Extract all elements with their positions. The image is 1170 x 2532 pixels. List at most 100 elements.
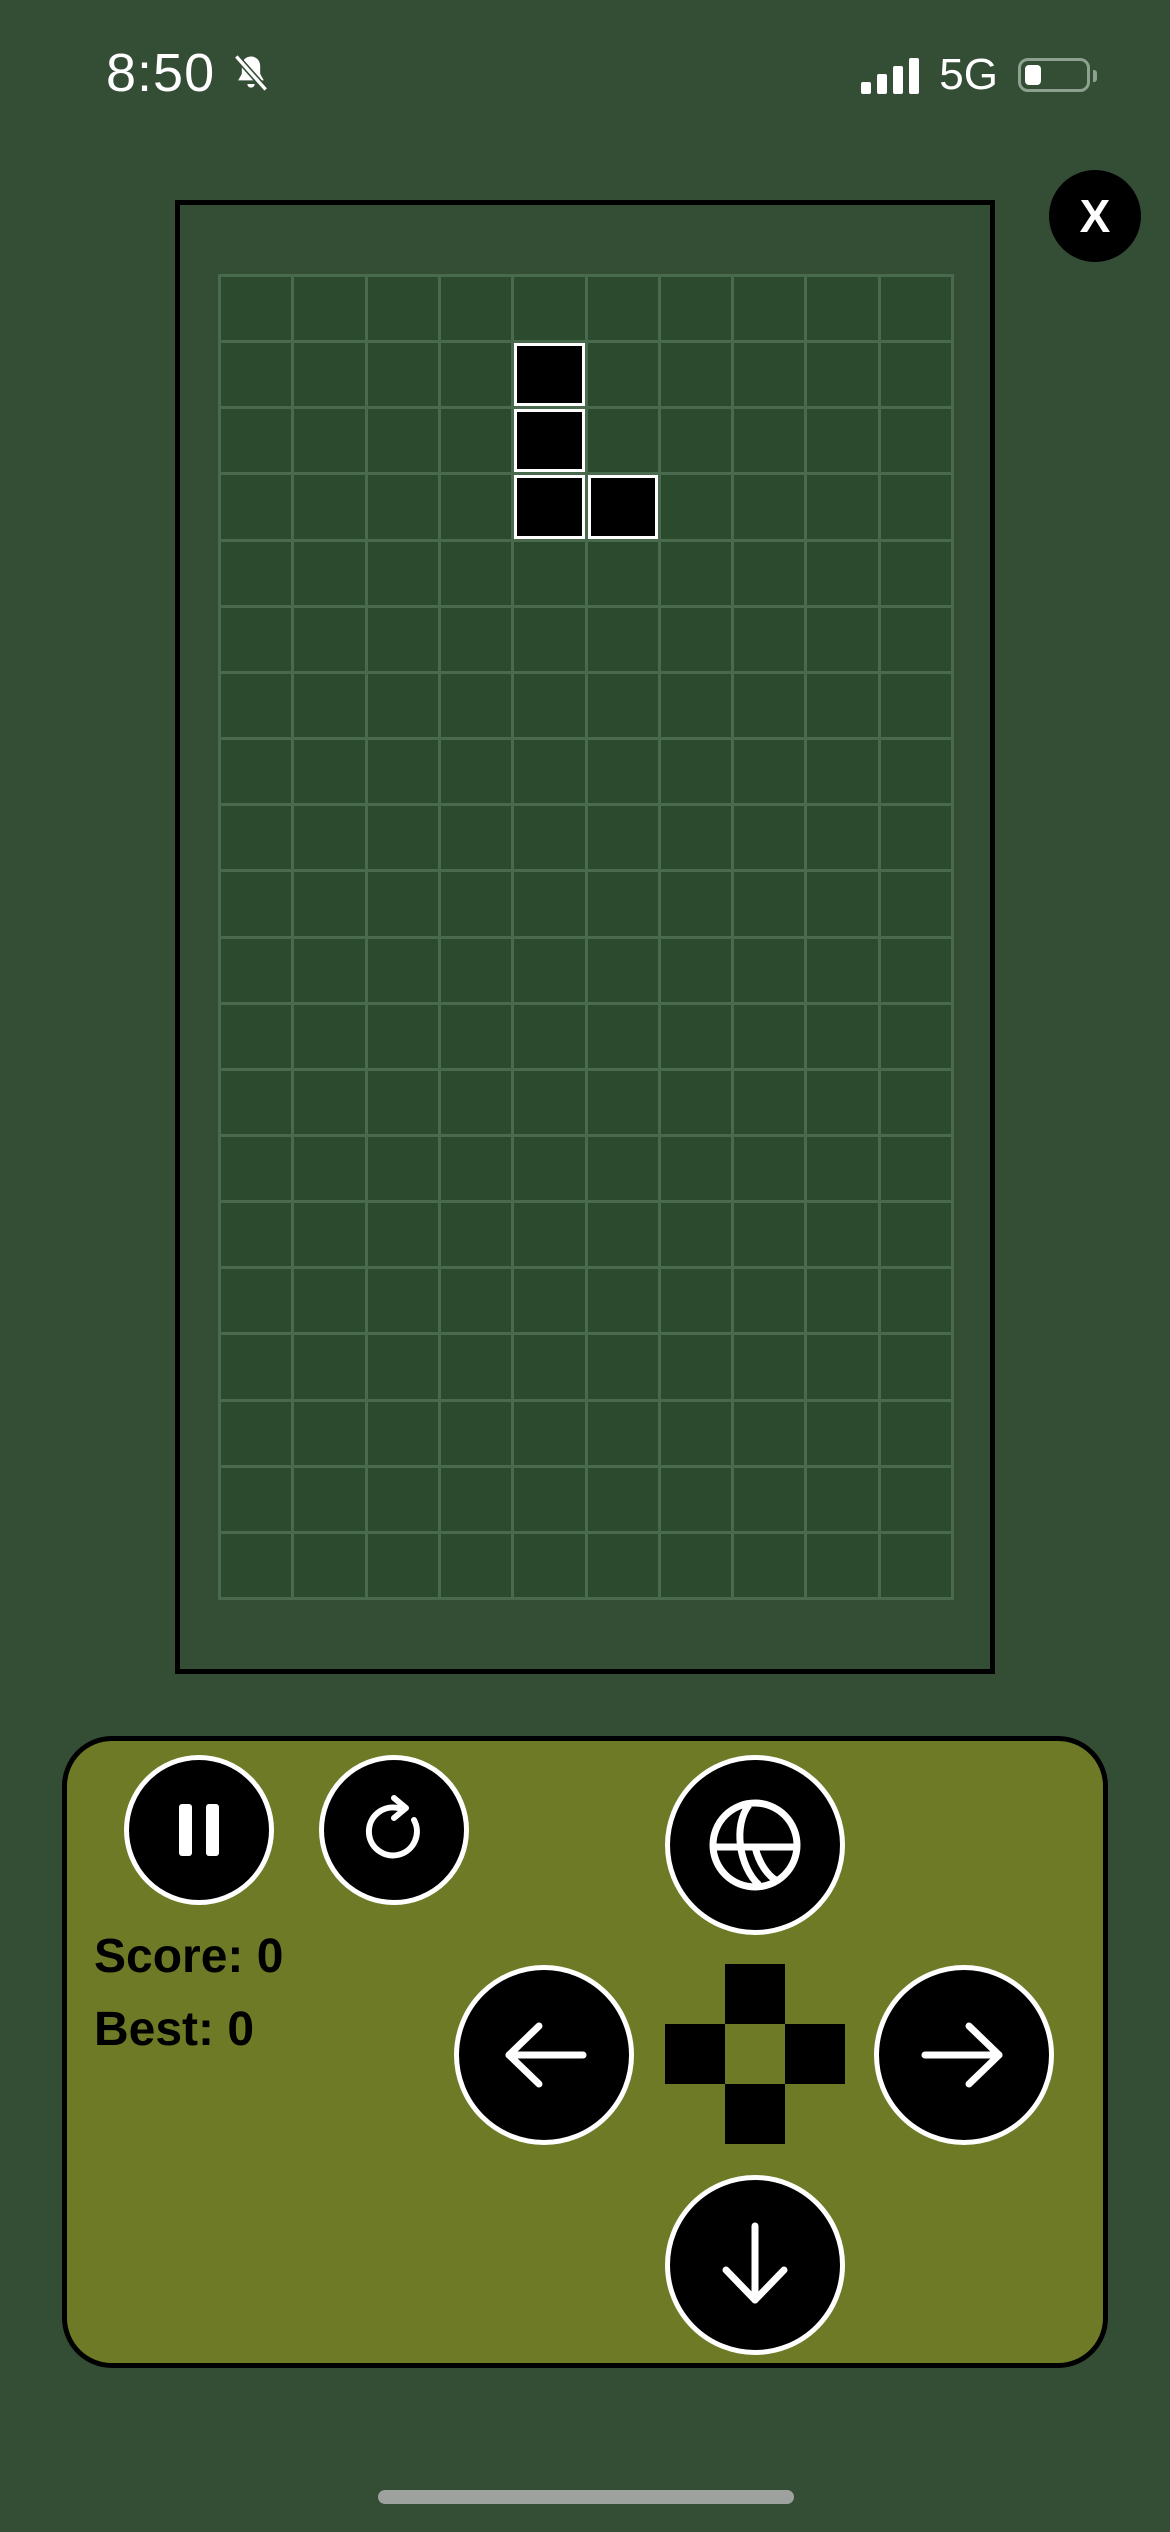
- board-cell: [587, 1070, 658, 1134]
- board-cell: [880, 740, 951, 804]
- rotate-button[interactable]: [665, 1755, 845, 1935]
- battery-icon: [1018, 58, 1097, 92]
- board-cell: [880, 1070, 951, 1134]
- board-cell: [587, 1335, 658, 1399]
- board-cell: [660, 1467, 732, 1531]
- board-cell: [221, 1269, 292, 1333]
- board-cell: [440, 277, 512, 341]
- board-cell: [660, 475, 732, 539]
- board-cell: [221, 1401, 292, 1465]
- board-cell: [734, 806, 805, 870]
- score-label: Score: 0: [94, 1930, 284, 1983]
- board-cell: [660, 1335, 732, 1399]
- board-cell: [807, 1401, 878, 1465]
- board-cell: [880, 1136, 951, 1201]
- board-cell: [660, 1203, 732, 1267]
- board-cell: [587, 1136, 658, 1201]
- board-cell: [514, 1203, 585, 1267]
- board-cell: [807, 1203, 878, 1267]
- board-cell: [294, 1203, 365, 1267]
- board-cell: [807, 1467, 878, 1531]
- board-cell: [367, 1335, 438, 1399]
- piece-block: [514, 343, 585, 407]
- restart-icon: [365, 1795, 420, 1859]
- board-cell: [587, 673, 658, 738]
- board-cell: [221, 1335, 292, 1399]
- board-cell: [367, 343, 438, 407]
- board-cell: [294, 1136, 365, 1201]
- board-cell: [440, 409, 512, 473]
- board-cell: [294, 938, 365, 1002]
- board-cell: [734, 277, 805, 341]
- board-cell: [734, 1070, 805, 1134]
- board-cell: [660, 872, 732, 936]
- board-cell: [367, 1467, 438, 1531]
- board-cell: [880, 1269, 951, 1333]
- board-cell: [440, 607, 512, 671]
- status-bar-time: 8:50: [106, 42, 273, 104]
- board-cell: [514, 673, 585, 738]
- board-cell: [367, 1004, 438, 1068]
- piece-block: [514, 409, 585, 473]
- board-cell: [880, 1533, 951, 1597]
- board-cell: [367, 541, 438, 605]
- board-cell: [880, 541, 951, 605]
- board-cell: [734, 409, 805, 473]
- board-cell: [734, 541, 805, 605]
- close-button[interactable]: X: [1049, 170, 1141, 262]
- board-cell: [294, 872, 365, 936]
- board-cell: [294, 1004, 365, 1068]
- board-cell: [221, 673, 292, 738]
- board-cell: [880, 343, 951, 407]
- restart-button[interactable]: [319, 1755, 469, 1905]
- move-right-button[interactable]: [874, 1965, 1054, 2145]
- board-cell: [367, 409, 438, 473]
- board-cell: [734, 1203, 805, 1267]
- board-cell: [734, 1533, 805, 1597]
- board-cell: [514, 1533, 585, 1597]
- close-label: X: [1079, 190, 1111, 242]
- board-cell: [587, 1467, 658, 1531]
- arrow-down-icon: [722, 2222, 788, 2304]
- board-cell: [880, 938, 951, 1002]
- board-cell: [514, 1136, 585, 1201]
- board-cell: [440, 1401, 512, 1465]
- arrow-right-icon: [921, 2022, 1003, 2088]
- best-score-label: Best: 0: [94, 2003, 255, 2056]
- board-cell: [294, 1467, 365, 1531]
- board-cell: [514, 541, 585, 605]
- board-cell: [807, 1269, 878, 1333]
- board-cell: [514, 938, 585, 1002]
- network-type: 5G: [939, 50, 998, 99]
- board-cell: [440, 1004, 512, 1068]
- board-cell: [880, 607, 951, 671]
- board-cell: [221, 1533, 292, 1597]
- board-cell: [587, 1401, 658, 1465]
- board-cell: [514, 806, 585, 870]
- board-cell: [221, 1467, 292, 1531]
- board-cell: [734, 607, 805, 671]
- board-cell: [514, 740, 585, 804]
- board-cell: [587, 607, 658, 671]
- board-cell: [660, 1269, 732, 1333]
- control-panel: Score: 0 Best: 0: [62, 1736, 1108, 2368]
- board-cell: [660, 607, 732, 671]
- board-cell: [587, 409, 658, 473]
- pause-button[interactable]: [124, 1755, 274, 1905]
- board-cell: [880, 872, 951, 936]
- board-cell: [734, 475, 805, 539]
- move-left-button[interactable]: [454, 1965, 634, 2145]
- board-cell: [880, 1004, 951, 1068]
- home-indicator[interactable]: [378, 2490, 794, 2504]
- board-cell: [807, 1070, 878, 1134]
- move-down-button[interactable]: [665, 2175, 845, 2355]
- board-cell: [807, 1335, 878, 1399]
- board-cell: [587, 1533, 658, 1597]
- board-cell: [440, 1467, 512, 1531]
- board-cell: [660, 343, 732, 407]
- board-cell: [514, 1004, 585, 1068]
- board-cell: [734, 1136, 805, 1201]
- board-cell: [514, 1335, 585, 1399]
- board-cell: [807, 740, 878, 804]
- board-cell: [807, 806, 878, 870]
